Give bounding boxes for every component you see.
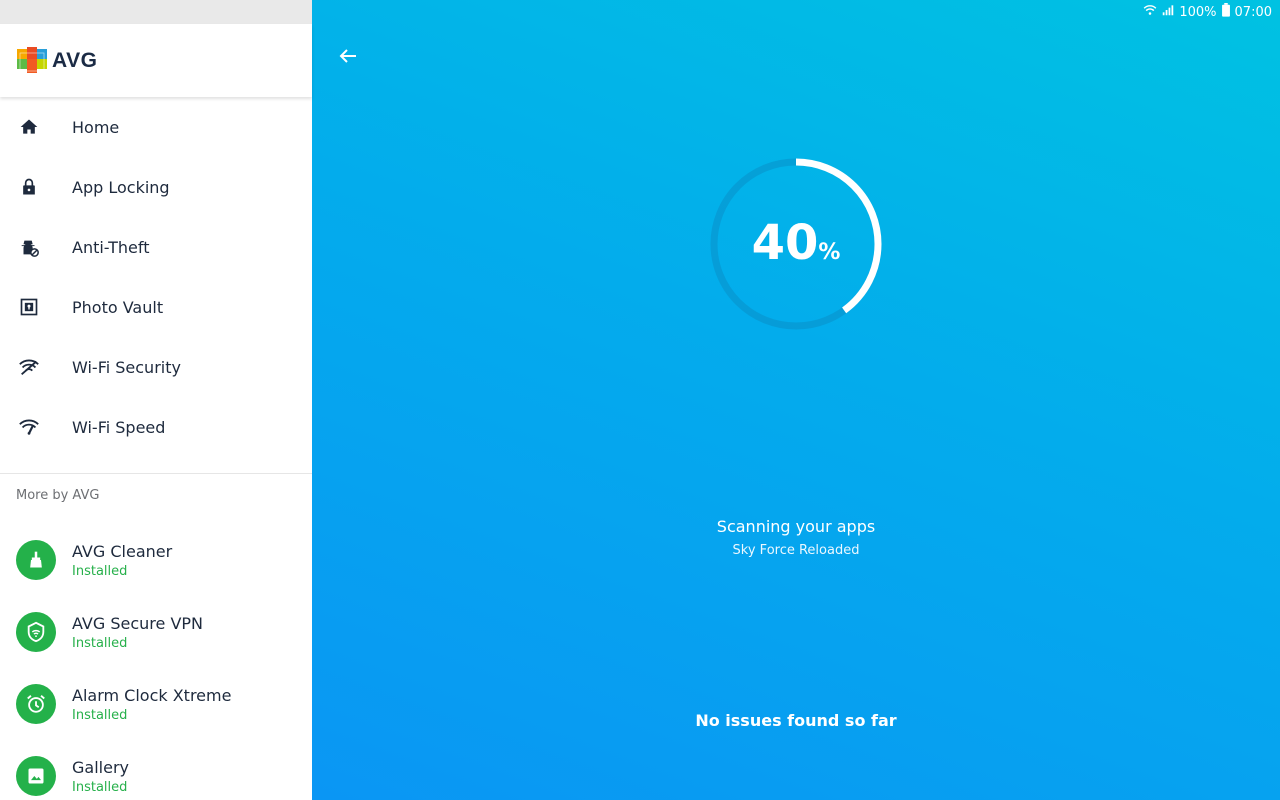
app-item-avg-cleaner[interactable]: AVG Cleaner Installed — [0, 524, 312, 596]
app-status: Installed — [72, 563, 128, 579]
drawer-header: AVG — [0, 24, 312, 97]
app-item-gallery[interactable]: Gallery Installed — [0, 740, 312, 800]
app-name: Alarm Clock Xtreme — [72, 685, 232, 705]
app-name: AVG Cleaner — [72, 541, 173, 561]
app-status: Installed — [72, 707, 128, 723]
alarm-clock-icon — [16, 684, 56, 724]
more-by-avg-header: More by AVG — [16, 488, 100, 503]
gallery-icon — [16, 756, 56, 796]
avg-logo: AVG — [16, 45, 97, 77]
back-arrow-icon — [339, 49, 356, 63]
progress-readout: 40% — [708, 215, 884, 271]
nav-list: Home App Locking Anti-Theft Photo Vault … — [0, 97, 312, 457]
app-name: AVG Secure VPN — [72, 613, 204, 633]
battery-icon — [1221, 3, 1231, 21]
progress-value: 40 — [751, 215, 819, 271]
app-item-alarm-clock-xtreme[interactable]: Alarm Clock Xtreme Installed — [0, 668, 312, 740]
nav-item-label: Photo Vault — [72, 297, 164, 317]
back-button[interactable] — [336, 44, 360, 68]
wifi-speed-icon — [18, 416, 40, 438]
brand-name: AVG — [52, 48, 98, 72]
scan-result: No issues found so far — [695, 711, 897, 730]
broom-icon — [16, 540, 56, 580]
battery-level: 100% — [1179, 4, 1217, 20]
home-icon — [18, 116, 40, 138]
nav-item-photo-vault[interactable]: Photo Vault — [0, 277, 312, 337]
avg-logo-icon — [17, 46, 47, 73]
scan-screen: 100% 07:00 40% Scanning your apps Sky Fo… — [312, 0, 1280, 800]
cell-signal-icon — [1161, 3, 1175, 21]
scan-title: Scanning your apps — [716, 517, 876, 536]
photo-vault-icon — [18, 296, 40, 318]
app-name: Gallery — [72, 757, 129, 777]
app-status: Installed — [72, 779, 128, 795]
nav-item-label: Wi-Fi Security — [72, 357, 181, 377]
scan-current-app: Sky Force Reloaded — [732, 543, 860, 558]
wifi-signal-icon — [1143, 3, 1157, 21]
nav-item-label: App Locking — [72, 177, 170, 197]
navigation-drawer: AVG Home App Locking Anti-Theft Photo Va… — [0, 0, 312, 800]
drawer-status-strip — [0, 0, 312, 24]
nav-item-wifi-speed[interactable]: Wi-Fi Speed — [0, 397, 312, 457]
nav-item-home[interactable]: Home — [0, 97, 312, 157]
nav-item-label: Wi-Fi Speed — [72, 417, 166, 437]
vpn-icon — [16, 612, 56, 652]
nav-item-label: Anti-Theft — [72, 237, 150, 257]
nav-item-anti-theft[interactable]: Anti-Theft — [0, 217, 312, 277]
app-status: Installed — [72, 635, 128, 651]
nav-item-wifi-security[interactable]: Wi-Fi Security — [0, 337, 312, 397]
nav-item-app-locking[interactable]: App Locking — [0, 157, 312, 217]
lock-icon — [18, 176, 40, 198]
status-bar: 100% 07:00 — [312, 0, 1280, 24]
anti-theft-icon — [18, 236, 40, 258]
nav-item-label: Home — [72, 117, 120, 137]
progress-symbol: % — [818, 240, 841, 265]
app-item-avg-secure-vpn[interactable]: AVG Secure VPN Installed — [0, 596, 312, 668]
clock-time: 07:00 — [1234, 4, 1272, 20]
wifi-security-icon — [18, 356, 40, 378]
